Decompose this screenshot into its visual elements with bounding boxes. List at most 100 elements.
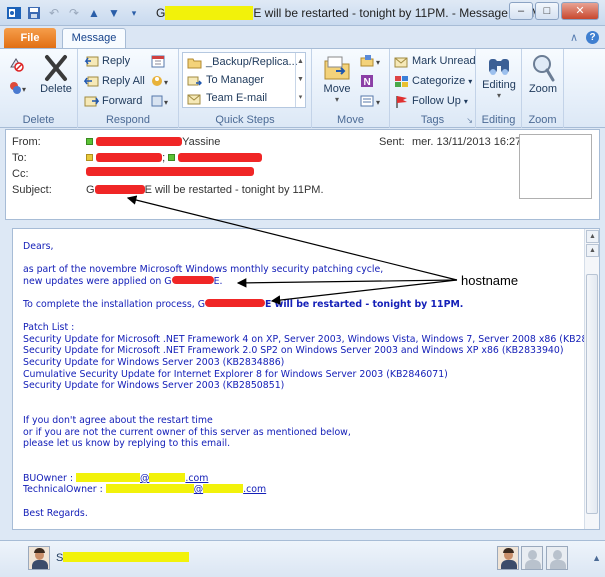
window-controls: – □ ✕ [509, 2, 599, 20]
quick-step-to-manager[interactable]: To Manager [183, 71, 305, 89]
maximize-button[interactable]: □ [535, 2, 559, 20]
subject-value: GE will be restarted - tonight by 11PM. [86, 184, 324, 196]
team-mail-icon [187, 94, 201, 104]
quick-step-backup[interactable]: _Backup/Replica... [183, 53, 305, 71]
group-tags: Mark Unread Categorize ▾ Follow Up ▾ ↘ T… [390, 49, 476, 128]
group-label-tags: Tags [420, 114, 445, 126]
help-icon[interactable]: ? [586, 31, 599, 44]
mark-unread-icon [394, 57, 408, 67]
technical-owner-email[interactable]: @ .com [105, 484, 266, 495]
patch-list-title: Patch List : [23, 322, 75, 334]
folder-icon [187, 58, 202, 68]
group-label-respond: Respond [105, 114, 151, 126]
restart-note-line: please let us know by replying to this e… [23, 438, 231, 450]
actions-icon[interactable]: ▾ [359, 92, 385, 110]
more-respond-icon[interactable]: ▾ [150, 92, 172, 110]
im-icon[interactable]: ▾ [150, 72, 172, 90]
to-value[interactable]: ; [86, 152, 263, 164]
svg-text:N: N [364, 77, 371, 88]
forward-button[interactable]: Forward [84, 92, 142, 110]
restart-note-line: or if you are not the current owner of t… [23, 426, 351, 438]
subject-label: Subject: [12, 184, 52, 196]
redaction-mark [203, 484, 244, 494]
ribbon-help-icons: ∧ ? [570, 31, 599, 44]
move-button[interactable]: Move ▾ [320, 53, 354, 104]
previous-item-icon[interactable]: ▲ [86, 5, 102, 21]
patch-item: Security Update for Microsoft .NET Frame… [23, 333, 600, 345]
outlook-app-icon[interactable] [6, 5, 22, 21]
ignore-icon[interactable] [8, 55, 24, 73]
message-header: From: Yassine To: ; Cc: Subject: GE will… [5, 129, 600, 220]
patch-item: Cumulative Security Update for Internet … [23, 368, 448, 380]
closing: Best Regards. [23, 507, 88, 519]
group-quick-steps: _Backup/Replica... To Manager Team E-mai… [179, 49, 312, 128]
placeholder-avatar[interactable] [521, 546, 543, 570]
people-pane-name[interactable]: S [56, 552, 190, 564]
reply-all-button[interactable]: Reply All [84, 72, 145, 90]
magnifier-icon [533, 55, 555, 82]
scroll-up-icon[interactable]: ▲ [586, 230, 599, 243]
recipient-avatar[interactable] [497, 546, 519, 570]
redo-icon[interactable]: ↷ [66, 5, 82, 21]
redaction-mark [63, 552, 190, 562]
rules-icon[interactable]: ▾ [359, 52, 385, 70]
sent-label: Sent: [379, 136, 405, 148]
group-respond: Reply Reply All Forward ▾ ▾ Respond [78, 49, 179, 128]
scroll-thumb[interactable] [586, 274, 598, 514]
collapse-ribbon-icon[interactable]: ∧ [570, 31, 578, 44]
placeholder-avatar[interactable] [546, 546, 568, 570]
follow-up-dropdown-icon: ▾ [463, 96, 468, 106]
zoom-button[interactable]: Zoom [524, 53, 562, 95]
body-scrollbar[interactable]: ▲ ▲ [584, 229, 599, 529]
delete-button[interactable]: Delete [38, 53, 74, 95]
mark-unread-button[interactable]: Mark Unread [394, 52, 476, 70]
ribbon: ▾ Delete Delete Reply Reply All Forward … [0, 48, 605, 128]
tab-file[interactable]: File [4, 28, 56, 48]
undo-icon[interactable]: ↶ [46, 5, 62, 21]
tab-message[interactable]: Message [62, 28, 126, 49]
onenote-icon[interactable]: N [359, 72, 375, 90]
restart-note-line: If you don't agree about the restart tim… [23, 414, 213, 426]
customize-qat-icon[interactable]: ▾ [126, 5, 142, 21]
meeting-icon[interactable] [150, 52, 166, 70]
presence-icon [86, 138, 93, 145]
categorize-icon [395, 75, 408, 87]
categorize-button[interactable]: Categorize ▾ [394, 72, 472, 90]
group-editing: Editing ▾ Editing [476, 49, 522, 128]
reply-button[interactable]: Reply [84, 52, 130, 70]
hostname-annotation: hostname [461, 273, 519, 288]
sent-value: mer. 13/11/2013 16:27 [412, 136, 522, 148]
redaction-mark [94, 185, 145, 194]
people-pane-collapse-icon[interactable]: ▲ [592, 553, 601, 563]
patch-item: Security Update for Microsoft .NET Frame… [23, 345, 564, 357]
from-value[interactable]: Yassine [86, 136, 220, 148]
patch-item: Security Update for Windows Server 2003 … [23, 380, 285, 392]
bu-owner-email[interactable]: @ .com [76, 472, 208, 484]
flag-icon [396, 95, 407, 108]
redaction-mark [76, 472, 141, 482]
greeting: Dears, [23, 241, 54, 252]
next-item-icon[interactable]: ▼ [106, 5, 122, 21]
cleanup-icon[interactable]: ▾ [8, 79, 28, 97]
group-label-delete: Delete [22, 114, 55, 126]
close-button[interactable]: ✕ [561, 2, 599, 20]
redaction-mark [171, 275, 214, 284]
group-delete: ▾ Delete Delete [0, 49, 78, 128]
minimize-button[interactable]: – [509, 2, 533, 20]
delete-x-icon [45, 55, 67, 81]
group-label-zoom: Zoom [528, 114, 557, 126]
editing-button[interactable]: Editing ▾ [479, 53, 519, 100]
technical-owner-line: TechnicalOwner : @ .com [23, 484, 267, 496]
scroll-up-icon[interactable]: ▲ [586, 244, 599, 257]
cc-value[interactable] [86, 166, 254, 178]
quick-steps-scroll[interactable]: ▲ ▼ ▾ [295, 53, 305, 107]
follow-up-button[interactable]: Follow Up ▾ [394, 92, 468, 110]
save-icon[interactable] [26, 5, 42, 21]
quick-step-team-email[interactable]: Team E-mail [183, 89, 305, 107]
sender-avatar[interactable] [28, 546, 50, 570]
forward-icon [84, 96, 99, 106]
reply-icon [84, 56, 99, 66]
redaction-mark [149, 472, 186, 482]
from-label: From: [12, 136, 41, 148]
svg-text:▾: ▾ [164, 78, 168, 87]
